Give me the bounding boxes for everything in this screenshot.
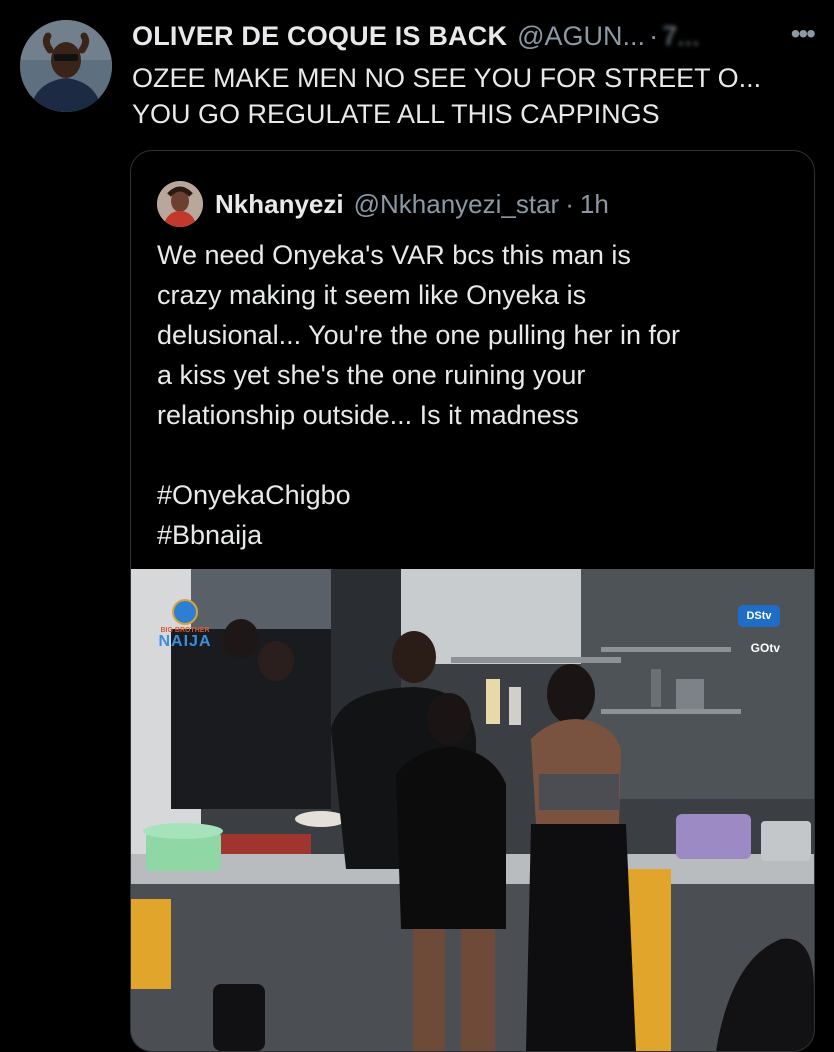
quoted-tweet-header: Nkhanyezi @Nkhanyezi_star · 1h [157,181,609,227]
quoted-author-avatar[interactable] [157,181,203,227]
quoted-tweet-time[interactable]: 1h [580,189,609,220]
quoted-text-line: a kiss yet she's the one ruining your [157,360,586,390]
tweet-text: OZEE MAKE MEN NO SEE YOU FOR STREET O...… [132,60,822,132]
quoted-tweet-text: We need Onyeka's VAR bcs this man is cra… [157,235,797,555]
more-horizontal-icon[interactable]: ••• [791,20,816,48]
quoted-text-line: We need Onyeka's VAR bcs this man is [157,240,631,270]
quoted-text-line: delusional... You're the one pulling her… [157,320,681,350]
tweet-text-line: YOU GO REGULATE ALL THIS CAPPINGS [132,99,660,129]
quoted-author-handle[interactable]: @Nkhanyezi_star [354,189,560,220]
tweet-time[interactable]: 7... [662,21,700,52]
logo-main-text: NAIJA [158,633,212,650]
quoted-tweet-card[interactable]: Nkhanyezi @Nkhanyezi_star · 1h We need O… [130,150,815,1052]
tweet-header: OLIVER DE COQUE IS BACK @AGUN... · 7... … [132,18,816,54]
author-handle[interactable]: @AGUN... [517,21,645,52]
dstv-logo: DStv [738,605,780,627]
author-avatar[interactable] [20,20,112,112]
quoted-text-line: crazy making it seem like Onyeka is [157,280,587,310]
quoted-text-line: relationship outside... Is it madness [157,400,579,430]
hashtag-link[interactable]: #Bbnaija [157,515,797,555]
author-display-name[interactable]: OLIVER DE COQUE IS BACK [132,21,507,52]
quoted-author-display-name[interactable]: Nkhanyezi [215,189,344,220]
eye-logo-icon [172,599,198,625]
quoted-tweet-media-image[interactable]: BIG BROTHER NAIJA DStv GOtv [131,569,814,1051]
separator-dot: · [649,20,659,51]
separator-dot: · [565,188,574,219]
hashtag-link[interactable]: #OnyekaChigbo [157,475,797,515]
gotv-logo: GOtv [750,641,780,655]
tweet-text-line: OZEE MAKE MEN NO SEE YOU FOR STREET O... [132,63,762,93]
big-brother-naija-logo: BIG BROTHER NAIJA [145,599,225,659]
